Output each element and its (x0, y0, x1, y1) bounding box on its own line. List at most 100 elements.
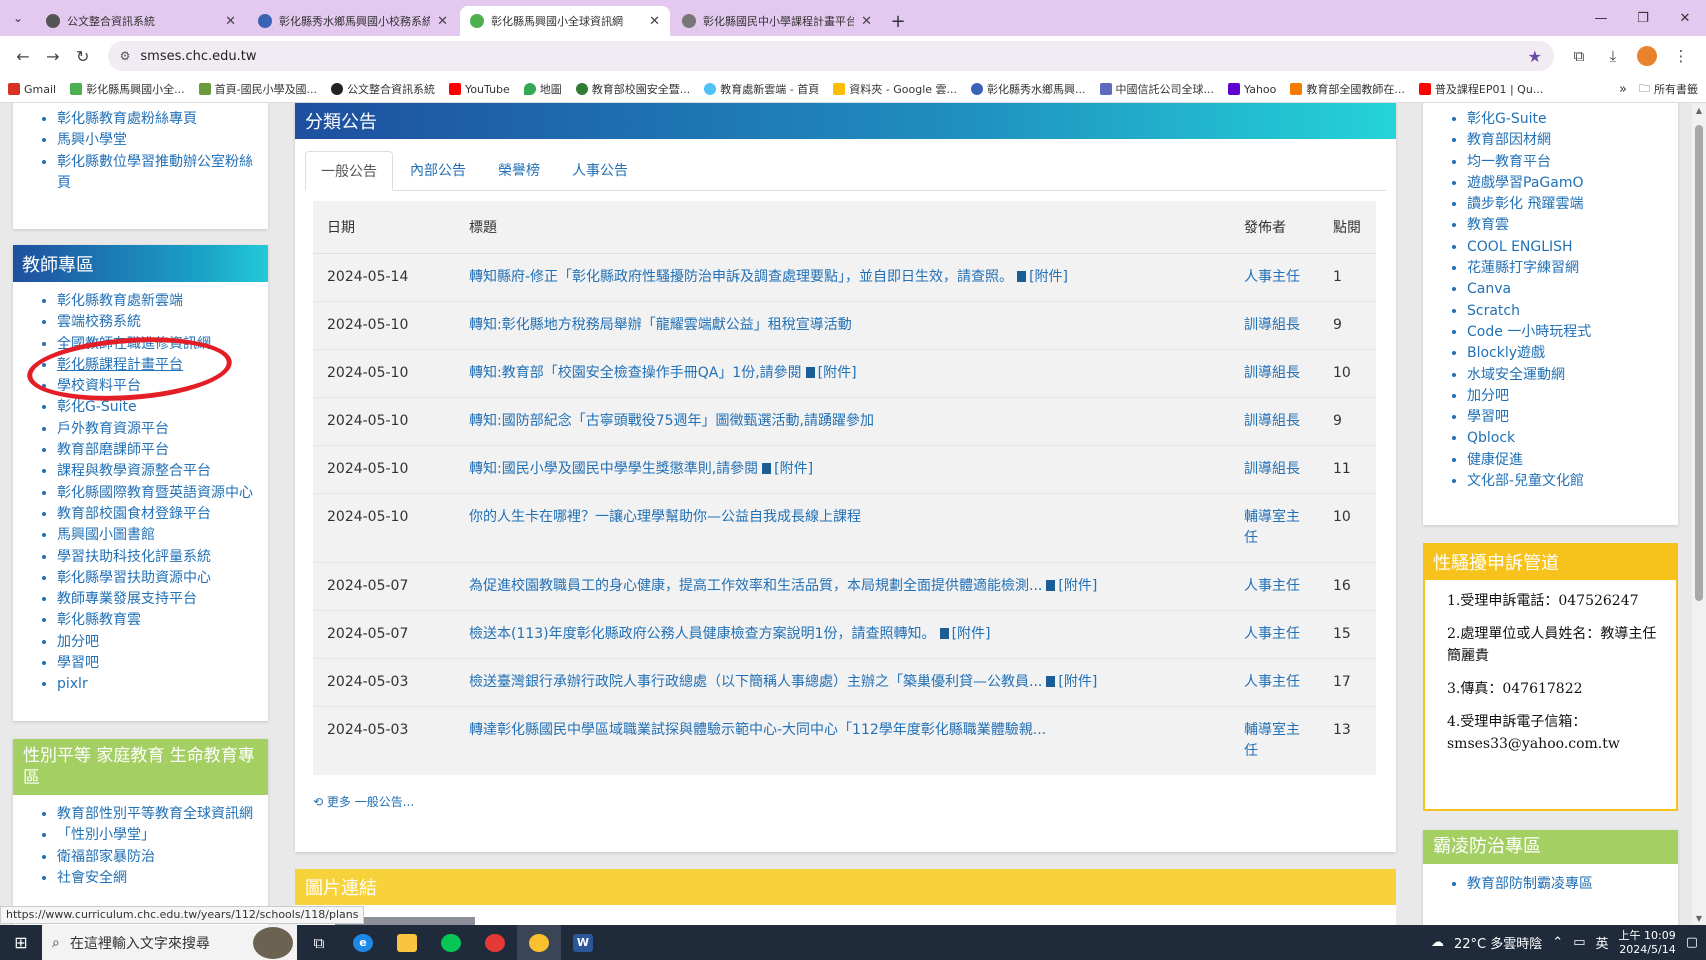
back-icon[interactable]: ← (8, 41, 38, 71)
list-item[interactable]: 文化部-兒童文化館 (1467, 471, 1668, 492)
list-item[interactable]: 教育部因材網 (1467, 130, 1668, 151)
browser-tab[interactable]: 彰化縣秀水鄉馬興國小校務系統 ✕ (248, 6, 458, 36)
link[interactable]: 學習吧 (57, 655, 99, 671)
link[interactable]: 馬興小學堂 (57, 132, 127, 148)
all-bookmarks-button[interactable]: 🗀 所有書籤 (1639, 80, 1698, 99)
clock[interactable]: 上午 10:09 2024/5/14 (1619, 929, 1676, 957)
list-item[interactable]: 教育部校園食材登錄平台 (57, 504, 258, 525)
list-item[interactable]: COOL ENGLISH (1467, 237, 1668, 258)
cell-publisher[interactable]: 訓導組長 (1230, 348, 1319, 397)
announcement-link[interactable]: 檢送本(113)年度彰化縣政府公務人員健康檢查方案說明1份，請查照轉知。 (469, 626, 936, 642)
list-item[interactable]: 彰化縣教育雲 (57, 610, 258, 631)
link[interactable]: 水域安全運動網 (1467, 367, 1565, 383)
weather-text[interactable]: 22°C 多雲時陰 (1454, 933, 1542, 952)
link[interactable]: 彰化縣學習扶助資源中心 (57, 570, 211, 586)
list-item[interactable]: 教師專業發展支持平台 (57, 589, 258, 610)
bookmark-item[interactable]: 中國信託公司全球... (1099, 81, 1214, 97)
list-item[interactable]: Blockly遊戲 (1467, 343, 1668, 364)
link[interactable]: 教育部因材網 (1467, 132, 1551, 148)
edge-icon[interactable]: e (341, 925, 385, 960)
bookmark-item[interactable]: 地圖 (523, 81, 562, 97)
more-announcements-link[interactable]: ⟲ 更多 一般公告... (313, 793, 1396, 810)
list-item[interactable]: 教育部性別平等教育全球資訊網 (57, 804, 258, 825)
attachment-link[interactable]: [附件] (1042, 674, 1097, 690)
list-item[interactable]: 學習吧 (57, 653, 258, 674)
cell-publisher[interactable]: 人事主任 (1230, 609, 1319, 658)
list-item[interactable]: 課程與教學資源整合平台 (57, 461, 258, 482)
chrome-icon[interactable] (473, 925, 517, 960)
list-item[interactable]: 彰化縣學習扶助資源中心 (57, 568, 258, 589)
file-explorer-icon[interactable] (385, 925, 429, 960)
cell-publisher[interactable]: 訓導組長 (1230, 396, 1319, 445)
link[interactable]: COOL ENGLISH (1467, 239, 1573, 255)
announcement-link[interactable]: 為促進校園教職員工的身心健康，提高工作效率和生活品質，本局規劃全面提供體適能檢測… (469, 578, 1042, 594)
link[interactable]: 「性別小學堂」 (57, 827, 155, 843)
announcement-link[interactable]: 你的人生卡在哪裡？一讓心理學幫助你—公益自我成長線上課程 (469, 509, 861, 525)
list-item[interactable]: 彰化縣國際教育暨英語資源中心 (57, 483, 258, 504)
page-scrollbar[interactable]: ▲ ▼ (1692, 103, 1706, 925)
announcement-link[interactable]: 轉知縣府-修正「彰化縣政府性騷擾防治申訴及調查處理要點」，並自即日生效，請查照。 (469, 269, 1013, 285)
bookmark-item[interactable]: 資料夾 - Google 雲... (833, 81, 957, 97)
link[interactable]: 加分吧 (57, 634, 99, 650)
chevron-up-icon[interactable]: ⌃ (1552, 935, 1563, 950)
link[interactable]: Canva (1467, 281, 1511, 297)
list-item[interactable]: pixlr (57, 674, 258, 695)
list-item[interactable]: 社會安全網 (57, 868, 258, 889)
link[interactable]: 彰化G-Suite (1467, 111, 1547, 127)
close-icon[interactable]: ✕ (649, 14, 660, 29)
scroll-thumb[interactable] (1695, 125, 1703, 601)
list-item[interactable]: 教育雲 (1467, 215, 1668, 236)
task-view-icon[interactable]: ⧉ (297, 925, 341, 960)
browser-tab-active[interactable]: 彰化縣馬興國小全球資訊網 ✕ (460, 6, 670, 36)
link[interactable]: 花蓮縣打字練習網 (1467, 260, 1579, 276)
address-bar[interactable]: ⚙ smses.chc.edu.tw ★ (107, 41, 1554, 71)
list-item[interactable]: 健康促進 (1467, 450, 1668, 471)
cell-publisher[interactable]: 訓導組長 (1230, 444, 1319, 493)
attachment-link[interactable]: [附件] (1042, 578, 1097, 594)
link[interactable]: 戶外教育資源平台 (57, 421, 169, 437)
bookmark-item[interactable]: YouTube (449, 83, 510, 96)
link[interactable]: Blockly遊戲 (1467, 345, 1545, 361)
list-item[interactable]: 彰化縣數位學習推動辦公室粉絲頁 (57, 152, 258, 195)
link[interactable]: 加分吧 (1467, 388, 1509, 404)
link[interactable]: 課程與教學資源整合平台 (57, 463, 211, 479)
list-item[interactable]: 彰化縣教育處新雲端 (57, 291, 258, 312)
link[interactable]: 彰化G-Suite (57, 399, 137, 415)
list-item[interactable]: 馬興國小圖書館 (57, 525, 258, 546)
site-info-icon[interactable]: ⚙ (120, 49, 131, 63)
link[interactable]: 文化部-兒童文化館 (1467, 473, 1584, 489)
link[interactable]: 彰化縣數位學習推動辦公室粉絲頁 (57, 154, 253, 191)
close-icon[interactable]: ✕ (861, 14, 872, 29)
link[interactable]: 讀步彰化 飛躍雲端 (1467, 196, 1583, 212)
link[interactable]: 健康促進 (1467, 452, 1523, 468)
announcement-link[interactable]: 檢送臺灣銀行承辦行政院人事行政總處（以下簡稱人事總處）主辦之「築巢優利貸—公教員… (469, 674, 1042, 690)
link[interactable]: 社會安全網 (57, 870, 127, 886)
list-item[interactable]: 遊戲學習PaGamO (1467, 173, 1668, 194)
tab-internal[interactable]: 內部公告 (395, 151, 481, 190)
attachment-link[interactable]: [附件] (936, 626, 991, 642)
link[interactable]: 學習吧 (1467, 409, 1509, 425)
link[interactable]: 彰化縣國際教育暨英語資源中心 (57, 485, 253, 501)
close-window-icon[interactable]: ✕ (1664, 0, 1706, 36)
link[interactable]: Scratch (1467, 303, 1520, 319)
tab-honor[interactable]: 榮譽榜 (483, 151, 555, 190)
more-bookmarks-icon[interactable]: » (1619, 82, 1627, 97)
browser-tab[interactable]: 公文整合資訊系統 ✕ (36, 6, 246, 36)
attachment-link[interactable]: [附件] (758, 461, 813, 477)
link[interactable]: 教育部校園食材登錄平台 (57, 506, 211, 522)
link[interactable]: Code 一小時玩程式 (1467, 324, 1591, 340)
scroll-down-icon[interactable]: ▼ (1692, 911, 1706, 925)
extensions-icon[interactable]: ⧉ (1562, 41, 1596, 71)
list-item[interactable]: 學習吧 (1467, 407, 1668, 428)
cell-publisher[interactable]: 人事主任 (1230, 252, 1319, 301)
link[interactable]: 雲端校務系統 (57, 314, 141, 330)
browser-tab[interactable]: 彰化縣國民中小學課程計畫平台 ✕ (672, 6, 882, 36)
announcement-link[interactable]: 轉知:國民小學及國民中學學生獎懲準則,請參閱 (469, 461, 758, 477)
list-item[interactable]: 加分吧 (57, 632, 258, 653)
bookmark-item[interactable]: 教育處新雲端 - 首頁 (704, 81, 819, 97)
cell-publisher[interactable]: 人事主任 (1230, 561, 1319, 610)
bookmark-item[interactable]: 彰化縣秀水鄉馬興... (971, 81, 1086, 97)
reload-icon[interactable]: ↻ (68, 41, 98, 71)
announcement-link[interactable]: 轉知:彰化縣地方稅務局舉辦「龍耀雲端獻公益」租稅宣導活動 (469, 317, 852, 333)
list-item[interactable]: Scratch (1467, 301, 1668, 322)
